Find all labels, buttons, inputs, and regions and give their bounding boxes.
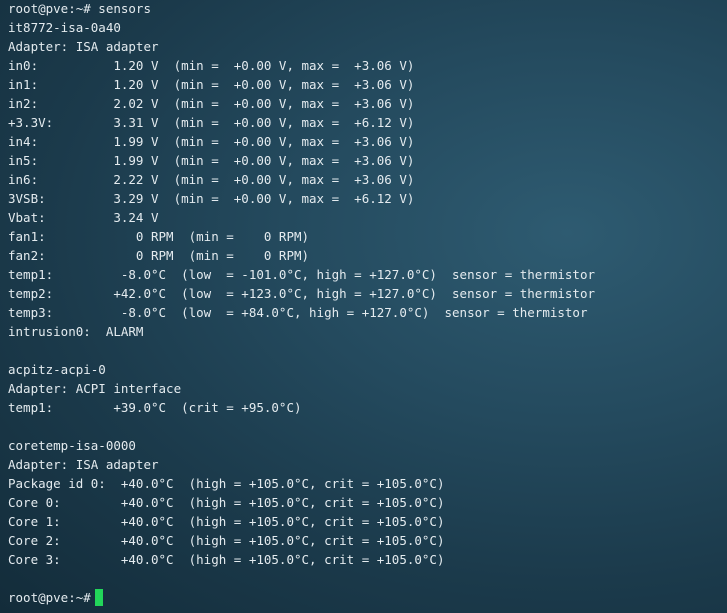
terminal-line: 3VSB: 3.29 V (min = +0.00 V, max = +6.12… xyxy=(8,191,415,206)
terminal-line: Vbat: 3.24 V xyxy=(8,210,159,225)
terminal-line: Adapter: ISA adapter xyxy=(8,39,159,54)
terminal-line: fan1: 0 RPM (min = 0 RPM) xyxy=(8,229,310,244)
terminal-line: temp1: -8.0°C (low = -101.0°C, high = +1… xyxy=(8,267,595,282)
terminal-line: temp2: +42.0°C (low = +123.0°C, high = +… xyxy=(8,286,595,301)
terminal-line: +3.3V: 3.31 V (min = +0.00 V, max = +6.1… xyxy=(8,115,415,130)
text-cursor xyxy=(94,589,103,606)
terminal-line: in4: 1.99 V (min = +0.00 V, max = +3.06 … xyxy=(8,134,415,149)
terminal-line: Core 0: +40.0°C (high = +105.0°C, crit =… xyxy=(8,495,445,510)
terminal-line: it8772-isa-0a40 xyxy=(8,20,121,35)
terminal-line: in6: 2.22 V (min = +0.00 V, max = +3.06 … xyxy=(8,172,415,187)
terminal-line: Core 1: +40.0°C (high = +105.0°C, crit =… xyxy=(8,514,445,529)
terminal-line: in0: 1.20 V (min = +0.00 V, max = +3.06 … xyxy=(8,58,415,73)
terminal-line: Package id 0: +40.0°C (high = +105.0°C, … xyxy=(8,476,445,491)
terminal-line: root@pve:~# sensors xyxy=(8,1,151,16)
terminal-line: in2: 2.02 V (min = +0.00 V, max = +3.06 … xyxy=(8,96,415,111)
command-prompt-line[interactable]: root@pve:~# xyxy=(8,588,727,607)
terminal-line: in5: 1.99 V (min = +0.00 V, max = +3.06 … xyxy=(8,153,415,168)
terminal-line: intrusion0: ALARM xyxy=(8,324,144,339)
terminal-line: acpitz-acpi-0 xyxy=(8,362,106,377)
terminal-line: Core 2: +40.0°C (high = +105.0°C, crit =… xyxy=(8,533,445,548)
terminal-line: coretemp-isa-0000 xyxy=(8,438,136,453)
terminal-output: root@pve:~# sensors it8772-isa-0a40 Adap… xyxy=(8,0,727,588)
terminal-window[interactable]: root@pve:~# sensors it8772-isa-0a40 Adap… xyxy=(0,0,727,613)
terminal-line: fan2: 0 RPM (min = 0 RPM) xyxy=(8,248,310,263)
shell-prompt: root@pve:~# xyxy=(8,590,91,605)
terminal-line: Core 3: +40.0°C (high = +105.0°C, crit =… xyxy=(8,552,445,567)
terminal-line: temp1: +39.0°C (crit = +95.0°C) xyxy=(8,400,302,415)
terminal-line: Adapter: ACPI interface xyxy=(8,381,182,396)
terminal-line: temp3: -8.0°C (low = +84.0°C, high = +12… xyxy=(8,305,588,320)
terminal-line: Adapter: ISA adapter xyxy=(8,457,159,472)
terminal-line: in1: 1.20 V (min = +0.00 V, max = +3.06 … xyxy=(8,77,415,92)
